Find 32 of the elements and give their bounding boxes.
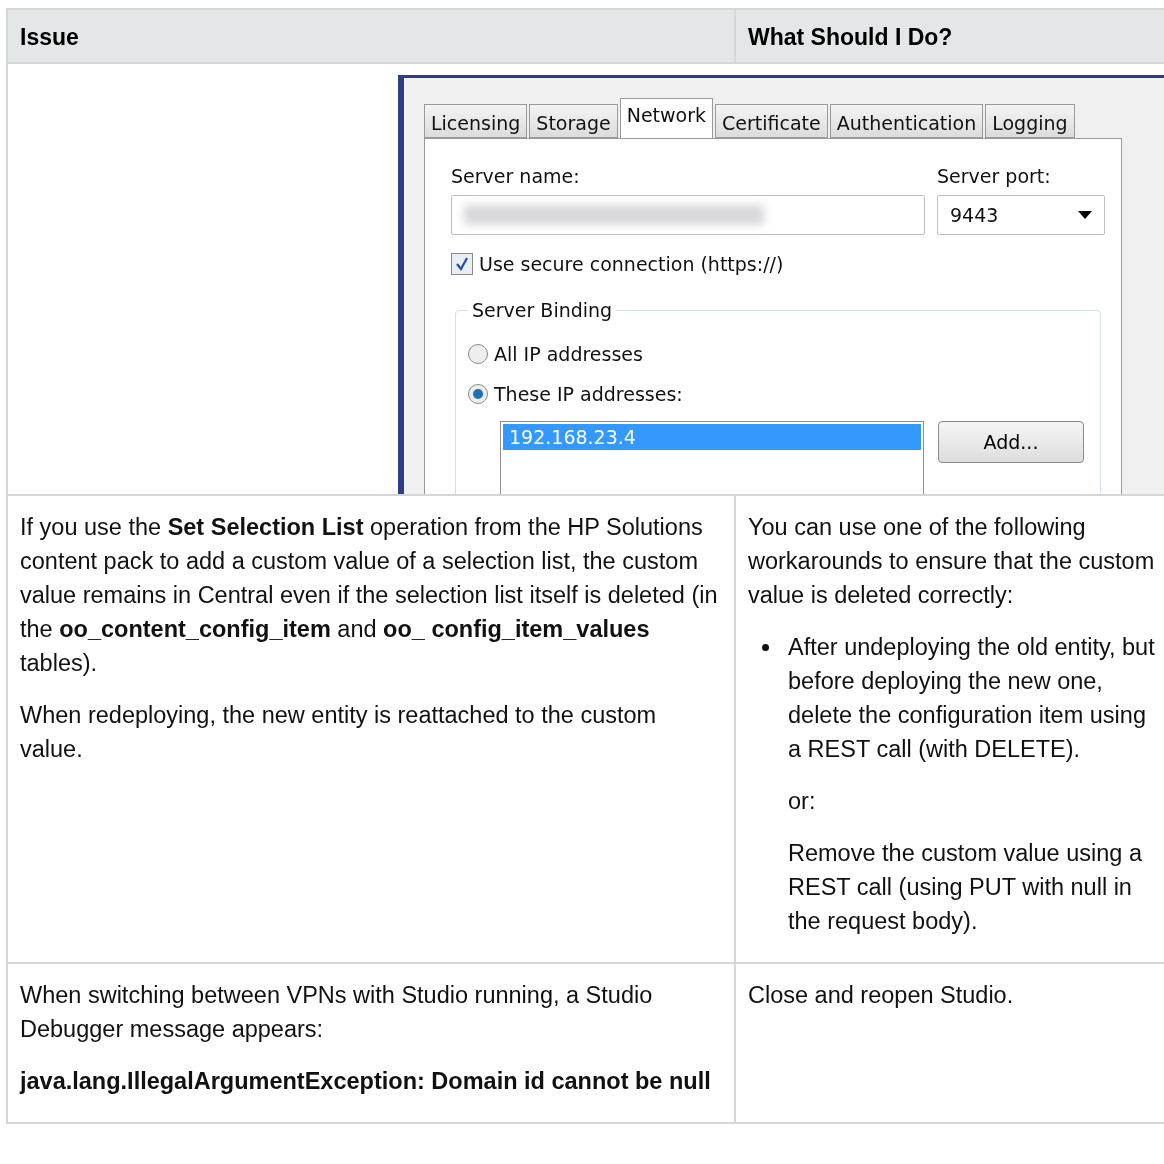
checkbox[interactable]	[451, 253, 473, 275]
field-label: Server port:	[937, 165, 1052, 187]
action-text: Remove the custom value using a REST call (using PUT with null in the request body).	[788, 839, 1143, 936]
field-label: Server name:	[451, 165, 581, 187]
radio-button[interactable]	[468, 384, 488, 404]
tab[interactable]: Storage	[529, 104, 618, 138]
issue-text: If you use the Set Selection List operation from the HP Solutions content pack to add a custom value of a selection list, the custom value remains in Central even if the selection list itself is deleted (in the oo_content_config_item and oo_ config_item_values tables).	[20, 513, 719, 678]
bullet-icon	[762, 644, 769, 651]
issue-text: java.lang.IllegalArgumentException: Domain id cannot be null	[20, 1067, 712, 1096]
action-text: or:	[788, 787, 817, 816]
tab[interactable]: Network	[619, 98, 713, 138]
issue-text: When switching between VPNs with Studio running, a Studio Debugger message appears:	[20, 981, 654, 1044]
tab[interactable]: Logging	[985, 104, 1075, 138]
group-title: Server Binding	[471, 299, 614, 321]
check-icon	[455, 257, 469, 271]
action-text: After undeploying the old entity, but before deploying the new one, delete the configuration item using a REST call (with DELETE).	[788, 633, 1156, 764]
add-button[interactable]: Add...	[938, 421, 1084, 463]
radio-label: All IP addresses	[494, 343, 643, 365]
tab[interactable]: Authentication	[829, 104, 984, 138]
tab[interactable]: Licensing	[424, 104, 528, 138]
server-port-dropdown[interactable]: 9443	[937, 195, 1105, 235]
server-name-field[interactable]	[451, 195, 925, 235]
column-header: What Should I Do?	[736, 8, 1164, 64]
radio-label: These IP addresses:	[494, 383, 683, 405]
column-header: Issue	[8, 8, 736, 64]
tab[interactable]: Certificate	[715, 104, 828, 138]
issue-text: When redeploying, the new entity is reattached to the custom value.	[20, 701, 658, 764]
action-text: You can use one of the following workarounds to ensure that the custom value is deleted correctly:	[748, 513, 1156, 610]
action-text: Close and reopen Studio.	[748, 981, 1015, 1010]
caret-icon	[1078, 211, 1092, 219]
checkbox-label: Use secure connection (https://)	[479, 253, 784, 275]
radio-button[interactable]	[468, 344, 488, 364]
